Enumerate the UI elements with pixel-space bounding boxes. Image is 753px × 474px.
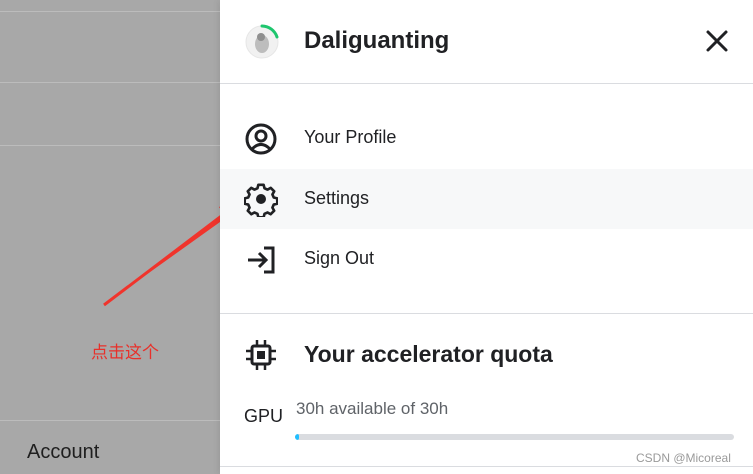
menu-item-settings[interactable]: Settings <box>220 169 753 229</box>
close-icon[interactable] <box>702 26 732 56</box>
menu-divider <box>220 313 753 314</box>
menu-item-label: Settings <box>304 188 370 208</box>
watermark: CSDN @Micoreal <box>636 451 731 465</box>
menu-item-label: Sign Out <box>304 248 375 268</box>
account-panel: Daliguanting Your Profile Settings Sign … <box>220 0 753 474</box>
sign-out-icon <box>244 243 278 277</box>
overlay-divider <box>0 82 220 83</box>
chip-icon <box>244 338 278 372</box>
header-divider <box>220 83 753 84</box>
quota-divider <box>220 466 753 467</box>
username: Daliguanting <box>304 27 450 54</box>
overlay-divider <box>0 11 220 12</box>
overlay-divider <box>0 145 220 146</box>
overlay-divider <box>0 420 220 421</box>
profile-icon <box>244 122 278 156</box>
quota-title: Your accelerator quota <box>304 341 553 367</box>
menu-item-label: Your Profile <box>304 127 397 147</box>
menu-item-sign-out[interactable]: Sign Out <box>220 229 753 289</box>
panel-header: Daliguanting <box>220 0 753 83</box>
gpu-label: GPU <box>244 406 284 426</box>
gpu-quota-progress-fill <box>295 434 300 440</box>
background-overlay[interactable]: Account <box>0 0 220 474</box>
gear-icon <box>243 183 279 219</box>
menu-item-your-profile[interactable]: Your Profile <box>220 108 753 168</box>
annotation-text: 点击这个 <box>91 343 159 362</box>
gpu-available-text: 30h available of 30h <box>296 399 449 418</box>
account-label: Account <box>27 441 100 463</box>
gpu-quota-progress <box>295 434 734 440</box>
user-avatar-icon[interactable] <box>244 24 280 60</box>
